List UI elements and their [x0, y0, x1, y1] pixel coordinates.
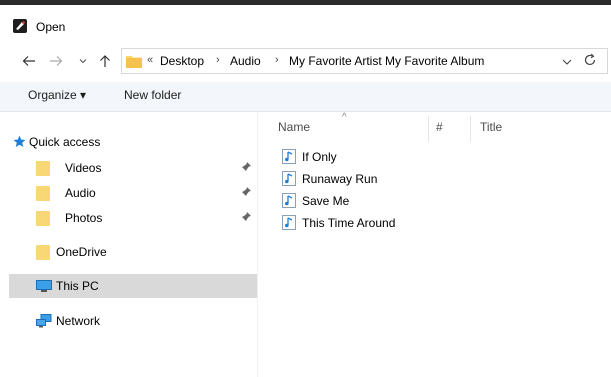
file-list: ^ Name # Title If Only Runaway Run Save …: [258, 112, 611, 377]
star-icon: [13, 135, 26, 147]
sidebar-item-videos[interactable]: Videos: [9, 156, 257, 180]
sidebar-item-onedrive[interactable]: OneDrive: [9, 240, 257, 264]
audio-file-icon: [282, 171, 296, 186]
file-name: This Time Around: [302, 216, 396, 230]
list-item[interactable]: Runaway Run: [282, 169, 482, 189]
column-header-name[interactable]: Name: [278, 120, 310, 134]
up-arrow-icon: [100, 55, 110, 67]
audio-file-icon: [282, 193, 296, 208]
network-icon: [36, 314, 52, 328]
navigation-bar: « Desktop › Audio › My Favorite Artist M…: [0, 46, 611, 76]
breadcrumb-audio[interactable]: Audio: [230, 54, 261, 68]
sidebar-item-label: Network: [56, 314, 101, 328]
sidebar-item-photos[interactable]: Photos: [9, 206, 257, 230]
sidebar-item-label: OneDrive: [56, 245, 107, 259]
recent-locations-button[interactable]: [74, 52, 92, 70]
sidebar-item-network[interactable]: Network: [9, 309, 257, 333]
forward-button[interactable]: [47, 52, 65, 70]
command-toolbar: Organize ▾ New folder: [0, 82, 611, 112]
sidebar-item-quick-access[interactable]: Quick access: [9, 130, 257, 154]
address-dropdown-button[interactable]: [562, 55, 572, 69]
file-name: Runaway Run: [302, 172, 378, 186]
sidebar-item-label: Audio: [65, 186, 96, 200]
breadcrumb-overflow[interactable]: «: [147, 54, 153, 66]
refresh-button[interactable]: [583, 53, 597, 70]
up-button[interactable]: [96, 52, 114, 70]
folder-icon: [36, 161, 50, 176]
sidebar-item-this-pc[interactable]: This PC: [9, 274, 257, 298]
file-name: Save Me: [302, 194, 350, 208]
audio-file-icon: [282, 149, 296, 164]
new-folder-button[interactable]: New folder: [124, 88, 181, 102]
app-icon: [13, 19, 27, 33]
address-bar[interactable]: « Desktop › Audio › My Favorite Artist M…: [121, 48, 608, 74]
file-name: If Only: [302, 150, 337, 164]
sort-ascending-icon: ^: [342, 112, 347, 123]
sidebar-item-label: Quick access: [29, 135, 101, 149]
sidebar-item-label: This PC: [56, 279, 99, 293]
forward-arrow-icon: [50, 56, 63, 66]
organize-button[interactable]: Organize ▾: [28, 88, 86, 102]
breadcrumb-separator: ›: [216, 54, 220, 66]
pin-icon: [241, 212, 251, 222]
chevron-down-icon: [79, 59, 87, 64]
title-bar: Open: [0, 5, 611, 39]
list-item[interactable]: If Only: [282, 147, 482, 167]
window-title: Open: [36, 20, 66, 34]
list-item[interactable]: This Time Around: [282, 213, 482, 233]
breadcrumb-separator: ›: [275, 54, 279, 66]
chevron-down-icon: [562, 59, 572, 65]
column-header-number[interactable]: #: [436, 120, 443, 134]
sidebar-item-label: Videos: [65, 161, 102, 175]
sidebar-item-audio[interactable]: Audio: [9, 181, 257, 205]
pin-icon: [241, 162, 251, 172]
refresh-icon: [584, 53, 596, 66]
column-divider[interactable]: [470, 116, 471, 142]
back-button[interactable]: [20, 52, 38, 70]
sidebar-item-label: Photos: [65, 211, 103, 225]
column-divider[interactable]: [428, 116, 429, 142]
audio-file-icon: [282, 215, 296, 230]
folder-icon: [36, 245, 50, 260]
breadcrumb-desktop[interactable]: Desktop: [160, 54, 204, 68]
pin-icon: [241, 187, 251, 197]
navigation-pane: Quick access Videos Audio Photos OneDriv…: [0, 112, 258, 377]
folder-icon: [36, 186, 50, 201]
breadcrumb-album[interactable]: My Favorite Artist My Favorite Album: [289, 54, 484, 68]
folder-icon: [36, 211, 50, 226]
back-arrow-icon: [22, 56, 35, 66]
folder-icon: [126, 54, 142, 68]
list-item[interactable]: Save Me: [282, 191, 482, 211]
column-header-title[interactable]: Title: [480, 120, 502, 134]
computer-icon: [36, 280, 52, 292]
